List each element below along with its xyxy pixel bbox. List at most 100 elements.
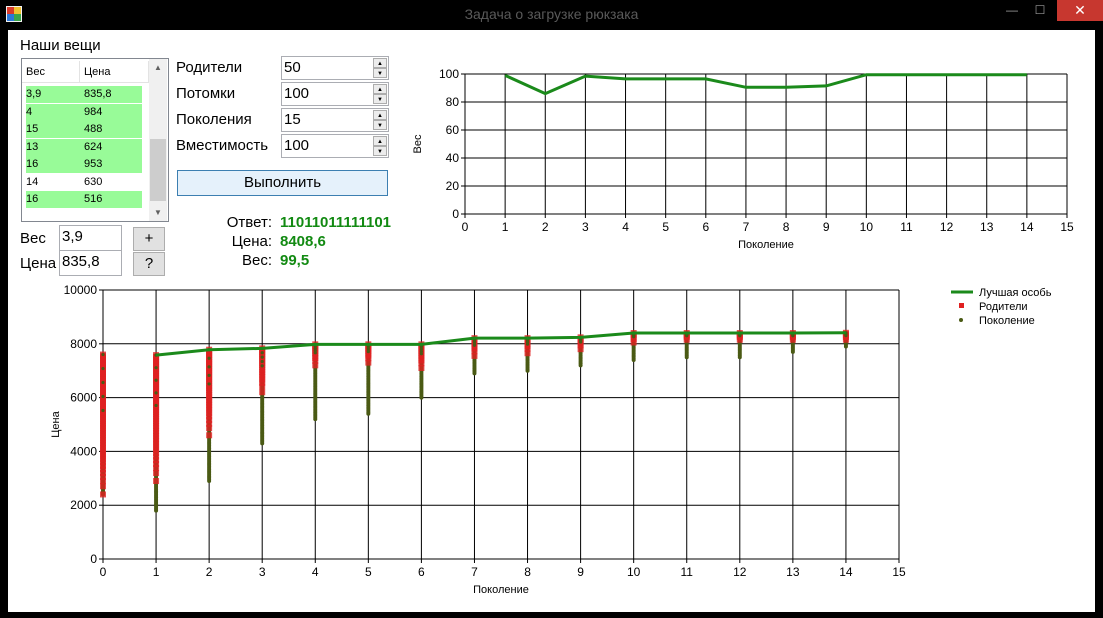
list-scrollbar[interactable]: ▲ ▼: [149, 59, 167, 221]
x-tick-label: 3: [259, 565, 266, 579]
legend-parents-swatch: [959, 303, 964, 308]
list-item[interactable]: 14 630: [26, 174, 142, 191]
list-header-weight[interactable]: Вес: [22, 61, 80, 83]
weight-series-line: [504, 73, 1027, 96]
x-tick-label: 6: [702, 220, 709, 234]
spin-up-icon[interactable]: ▲: [373, 136, 387, 146]
item-price: 624: [84, 140, 103, 153]
generation-point: [207, 373, 211, 377]
y-tick-label: 80: [446, 95, 460, 109]
y-tick-label: 60: [446, 123, 460, 137]
legend-best-label: Лучшая особь: [979, 287, 1052, 299]
x-tick-label: 15: [1060, 220, 1074, 234]
item-price: 630: [84, 175, 103, 188]
generation-point: [260, 355, 264, 359]
capacity-value[interactable]: 100: [284, 135, 309, 157]
y-tick-label: 2000: [70, 498, 97, 512]
generation-point: [260, 351, 264, 355]
capacity-spinner[interactable]: 100 ▲ ▼: [281, 134, 389, 158]
item-weight: 3,9: [26, 88, 42, 100]
generation-point: [260, 364, 264, 368]
generation-point: [101, 394, 105, 399]
x-tick-label: 13: [786, 565, 800, 579]
y-tick-label: 100: [439, 68, 459, 81]
y-tick-label: 8000: [70, 337, 97, 351]
spin-down-icon[interactable]: ▼: [373, 94, 387, 104]
weight-chart: 0 1 2 3 4 5 6 7 8 9 10 11 12 13 14 15020406080100Поколе…: [412, 68, 1074, 251]
y-tick-label: 0: [90, 552, 97, 566]
spin-up-icon[interactable]: ▲: [373, 84, 387, 94]
generation-point: [738, 334, 742, 338]
generation-point: [101, 380, 105, 385]
price-input[interactable]: 835,8: [59, 250, 122, 276]
scroll-down-icon[interactable]: ▼: [149, 204, 167, 221]
y-tick-label: 6000: [70, 391, 97, 405]
price-chart: 0 1 2 3 4 5 6 7 8 9 10 11 12 13 14 15020004000600080001…: [50, 283, 1052, 596]
parents-spinner[interactable]: 50 ▲ ▼: [281, 56, 389, 80]
maximize-button[interactable]: ☐: [1026, 0, 1054, 21]
capacity-label: Вместимость: [176, 137, 269, 154]
run-button[interactable]: Выполнить: [177, 170, 388, 196]
generation-point: [207, 382, 211, 386]
generations-spinner[interactable]: 15 ▲ ▼: [281, 108, 389, 132]
spin-up-icon[interactable]: ▲: [373, 110, 387, 120]
x-tick-label: 14: [1020, 220, 1034, 234]
scroll-thumb[interactable]: [150, 139, 166, 201]
item-price: 984: [84, 105, 103, 118]
list-item[interactable]: 15 488: [26, 121, 142, 138]
parents-value[interactable]: 50: [284, 57, 301, 79]
offspring-spinner[interactable]: 100 ▲ ▼: [281, 82, 389, 106]
generation-point: [101, 366, 105, 371]
generations-value[interactable]: 15: [284, 109, 301, 131]
x-tick-label: 0: [462, 220, 469, 234]
list-header-price[interactable]: Цена: [80, 61, 149, 83]
spin-down-icon[interactable]: ▼: [373, 120, 387, 130]
spin-up-icon[interactable]: ▲: [373, 58, 387, 68]
list-item[interactable]: 13 624: [26, 138, 142, 156]
y-axis-label: Цена: [50, 410, 62, 437]
x-axis-label: Поколение: [738, 239, 794, 251]
add-item-button[interactable]: +: [133, 227, 165, 251]
generation-point: [260, 359, 264, 364]
close-button[interactable]: ✕: [1057, 0, 1103, 21]
x-tick-label: 9: [823, 220, 830, 234]
y-tick-label: 40: [446, 151, 460, 165]
x-tick-label: 8: [783, 220, 790, 234]
x-tick-label: 12: [940, 220, 954, 234]
price-label: Цена: [20, 255, 57, 272]
x-tick-label: 3: [582, 220, 589, 234]
items-list[interactable]: Вес Цена 3,9 835,8 4 984 15 488 13 624 16 953 14 63…: [21, 58, 169, 222]
x-tick-label: 5: [365, 565, 372, 579]
x-tick-label: 10: [627, 565, 641, 579]
x-tick-label: 4: [312, 565, 319, 579]
spin-down-icon[interactable]: ▼: [373, 68, 387, 78]
x-tick-label: 14: [839, 565, 853, 579]
x-tick-label: 8: [524, 565, 531, 579]
spin-down-icon[interactable]: ▼: [373, 146, 387, 156]
list-item[interactable]: 16 953: [26, 156, 142, 173]
x-tick-label: 5: [662, 220, 669, 234]
x-tick-label: 4: [622, 220, 629, 234]
x-tick-label: 13: [980, 220, 994, 234]
parent-point: [259, 389, 266, 396]
list-item[interactable]: 3,9 835,8: [26, 86, 142, 103]
title-bar[interactable]: Задача о загрузке рюкзака — ☐ ✕: [0, 0, 1103, 30]
scroll-up-icon[interactable]: ▲: [149, 59, 167, 76]
items-label: Наши вещи: [20, 37, 101, 54]
weight-input[interactable]: 3,9: [59, 225, 122, 251]
item-weight: 15: [26, 123, 39, 135]
list-item[interactable]: 16 516: [26, 191, 142, 208]
minimize-button[interactable]: —: [998, 0, 1026, 21]
offspring-value[interactable]: 100: [284, 83, 309, 105]
parent-point: [100, 491, 106, 498]
parent-point: [153, 477, 160, 484]
result-price-label: Цена:: [231, 233, 272, 250]
x-tick-label: 1: [153, 565, 160, 579]
help-button[interactable]: ?: [133, 252, 165, 276]
result-price-value: 8408,6: [280, 233, 326, 250]
list-item[interactable]: 4 984: [26, 103, 142, 121]
offspring-label: Потомки: [176, 85, 236, 102]
x-tick-label: 11: [900, 220, 913, 234]
item-price: 835,8: [84, 88, 112, 100]
generation-point: [207, 356, 211, 360]
